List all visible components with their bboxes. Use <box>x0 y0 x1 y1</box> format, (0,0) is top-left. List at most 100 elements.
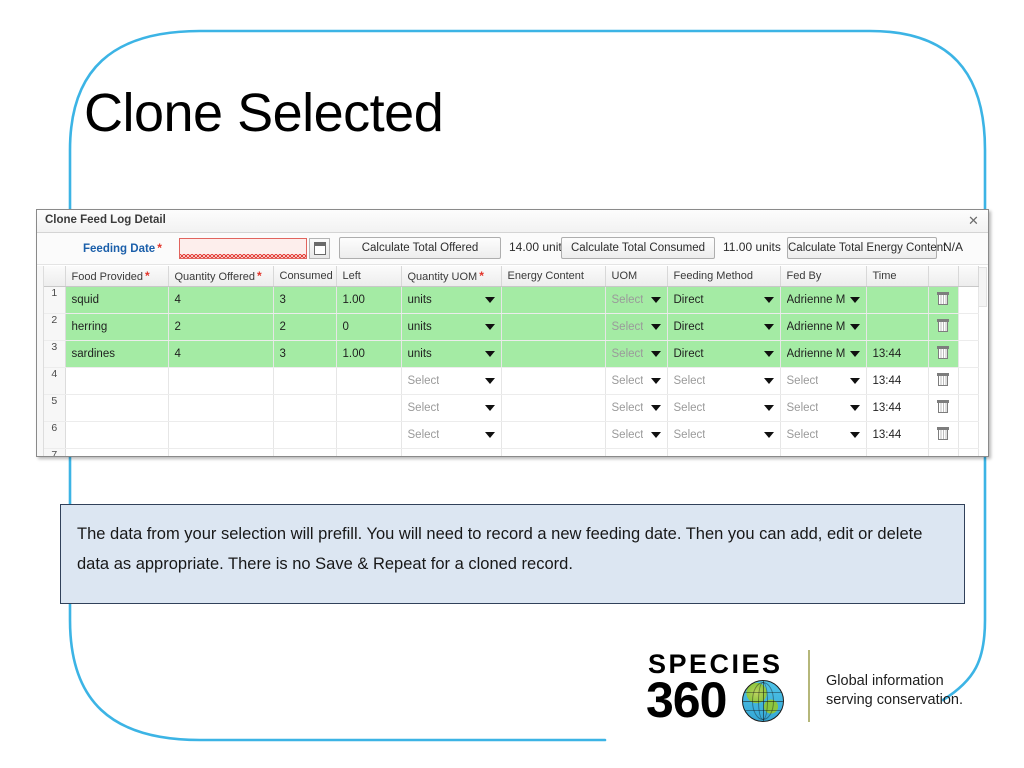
cell-quantity-offered[interactable] <box>168 421 274 449</box>
cell-food-provided[interactable]: sardines <box>65 340 169 368</box>
cell-time[interactable]: 13:44 <box>866 421 929 449</box>
table-row[interactable]: 7 <box>44 448 979 456</box>
cell-energy-content[interactable] <box>501 448 606 456</box>
cell-left[interactable]: 1.00 <box>336 340 402 368</box>
cell-delete-action[interactable] <box>928 394 959 422</box>
cell-feeding-method[interactable]: Select <box>667 394 781 422</box>
cell-feeding-method[interactable]: Direct <box>667 340 781 368</box>
cell-uom[interactable]: Select <box>605 367 668 395</box>
trash-icon[interactable] <box>937 427 949 440</box>
trash-icon[interactable] <box>937 346 949 359</box>
calculate-total-offered-button[interactable]: Calculate Total Offered <box>339 237 501 259</box>
cell-time[interactable] <box>866 286 929 314</box>
col-left[interactable]: Left <box>336 266 402 287</box>
col-fed-by[interactable]: Fed By <box>780 266 867 287</box>
cell-feeding-method[interactable]: Direct <box>667 286 781 314</box>
col-time[interactable]: Time <box>866 266 929 287</box>
cell-delete-action[interactable] <box>928 286 959 314</box>
cell-uom[interactable]: Select <box>605 340 668 368</box>
cell-feeding-method[interactable]: Select <box>667 421 781 449</box>
cell-energy-content[interactable] <box>501 313 606 341</box>
cell-fed-by[interactable]: Select <box>780 421 867 449</box>
cell-energy-content[interactable] <box>501 421 606 449</box>
cell-consumed[interactable]: 3 <box>273 340 337 368</box>
cell-left[interactable] <box>336 394 402 422</box>
cell-left[interactable]: 0 <box>336 313 402 341</box>
cell-left[interactable] <box>336 367 402 395</box>
table-row[interactable]: 2herring220unitsSelectDirectAdrienne Mil… <box>44 313 979 341</box>
cell-consumed[interactable] <box>273 448 337 456</box>
cell-fed-by[interactable]: Select <box>780 367 867 395</box>
col-quantity-uom[interactable]: Quantity UOM * <box>401 266 502 287</box>
col-feeding-method[interactable]: Feeding Method <box>667 266 781 287</box>
cell-energy-content[interactable] <box>501 367 606 395</box>
table-row[interactable]: 6 Select Select Select Select 13:44 <box>44 421 979 449</box>
cell-food-provided[interactable] <box>65 367 169 395</box>
cell-consumed[interactable] <box>273 367 337 395</box>
cell-consumed[interactable] <box>273 421 337 449</box>
table-row[interactable]: 3 sardines 4 3 1.00 units Select Direct Adrienne… <box>44 340 979 368</box>
col-consumed[interactable]: Consumed <box>273 266 337 287</box>
cell-quantity-uom[interactable]: units <box>401 313 502 341</box>
cell-left[interactable] <box>336 448 402 456</box>
table-row[interactable]: 1squid431.00 units Select Direct Adrienne Mi… <box>44 286 979 314</box>
cell-delete-action[interactable] <box>928 340 959 368</box>
trash-icon[interactable] <box>937 319 949 332</box>
cell-fed-by[interactable]: Adrienne Miller <box>780 313 867 341</box>
grid-scrollbar-thumb[interactable] <box>977 267 987 307</box>
cell-left[interactable] <box>336 421 402 449</box>
cell-time[interactable]: 13:44 <box>866 394 929 422</box>
cell-uom[interactable]: Select <box>605 286 668 314</box>
cell-energy-content[interactable] <box>501 394 606 422</box>
col-energy-content[interactable]: Energy Content <box>501 266 606 287</box>
cell-uom[interactable]: Select <box>605 394 668 422</box>
cell-delete-action[interactable] <box>928 367 959 395</box>
cell-delete-action[interactable] <box>928 313 959 341</box>
table-row[interactable]: 5 Select Select Select Select 13:44 <box>44 394 979 422</box>
cell-fed-by[interactable]: Select <box>780 394 867 422</box>
cell-delete-action[interactable] <box>928 448 959 456</box>
calendar-icon[interactable] <box>309 238 330 259</box>
cell-time[interactable] <box>866 448 929 456</box>
cell-uom[interactable] <box>605 448 668 456</box>
trash-icon[interactable] <box>937 400 949 413</box>
cell-quantity-offered[interactable]: 2 <box>168 313 274 341</box>
col-quantity-offered[interactable]: Quantity Offered * <box>168 266 274 287</box>
cell-quantity-offered[interactable]: 4 <box>168 340 274 368</box>
cell-delete-action[interactable] <box>928 421 959 449</box>
cell-consumed[interactable] <box>273 394 337 422</box>
cell-quantity-offered[interactable] <box>168 367 274 395</box>
cell-quantity-offered[interactable] <box>168 394 274 422</box>
cell-food-provided[interactable]: herring <box>65 313 169 341</box>
cell-uom[interactable]: Select <box>605 421 668 449</box>
cell-food-provided[interactable] <box>65 394 169 422</box>
cell-fed-by[interactable]: Adrienne Miller <box>780 340 867 368</box>
table-row[interactable]: 4 Select Select Select Select 13:44 <box>44 367 979 395</box>
calculate-total-consumed-button[interactable]: Calculate Total Consumed <box>561 237 715 259</box>
cell-energy-content[interactable] <box>501 340 606 368</box>
cell-food-provided[interactable] <box>65 448 169 456</box>
trash-icon[interactable] <box>937 373 949 386</box>
cell-consumed[interactable]: 2 <box>273 313 337 341</box>
cell-left[interactable]: 1.00 <box>336 286 402 314</box>
col-food-provided[interactable]: Food Provided * <box>65 266 169 287</box>
cell-quantity-offered[interactable]: 4 <box>168 286 274 314</box>
cell-quantity-offered[interactable] <box>168 448 274 456</box>
trash-icon[interactable] <box>937 292 949 305</box>
close-icon[interactable]: ✕ <box>966 213 981 228</box>
cell-time[interactable]: 13:44 <box>866 340 929 368</box>
cell-feeding-method[interactable] <box>667 448 781 456</box>
cell-consumed[interactable]: 3 <box>273 286 337 314</box>
cell-uom[interactable]: Select <box>605 313 668 341</box>
cell-food-provided[interactable]: squid <box>65 286 169 314</box>
cell-quantity-uom[interactable]: Select <box>401 367 502 395</box>
cell-quantity-uom[interactable]: Select <box>401 394 502 422</box>
calculate-total-energy-content-button[interactable]: Calculate Total Energy Content <box>787 237 946 259</box>
cell-time[interactable] <box>866 313 929 341</box>
cell-quantity-uom[interactable]: units <box>401 340 502 368</box>
cell-time[interactable]: 13:44 <box>866 367 929 395</box>
cell-quantity-uom[interactable] <box>401 448 502 456</box>
cell-feeding-method[interactable]: Direct <box>667 313 781 341</box>
cell-feeding-method[interactable]: Select <box>667 367 781 395</box>
cell-quantity-uom[interactable]: units <box>401 286 502 314</box>
